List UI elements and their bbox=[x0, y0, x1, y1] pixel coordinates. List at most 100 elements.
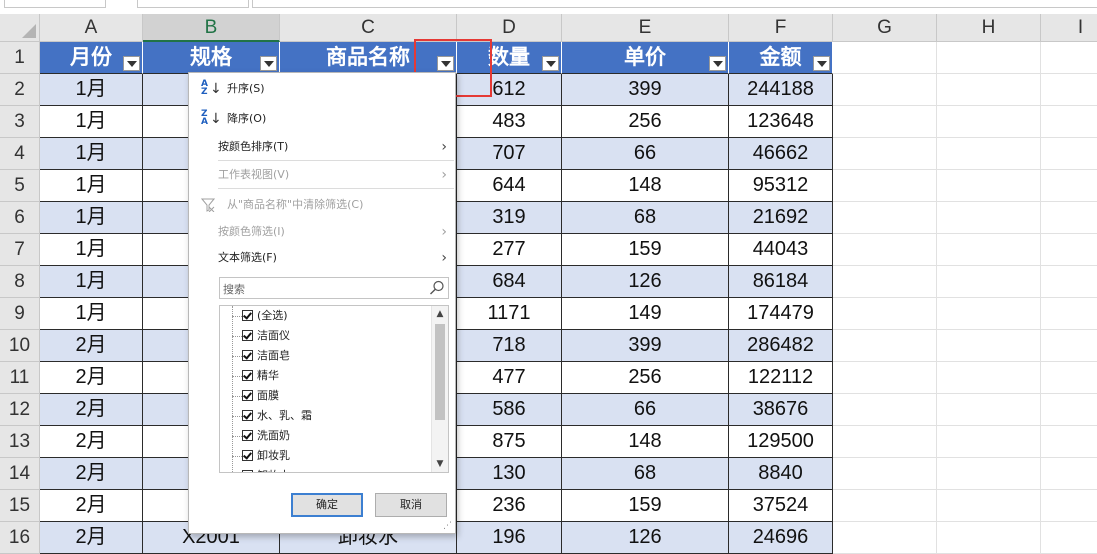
filter-list-item[interactable]: 洗面奶 bbox=[220, 426, 432, 446]
row-header-3[interactable]: 3 bbox=[0, 106, 40, 138]
table-cell[interactable]: 148 bbox=[562, 426, 729, 458]
empty-cell[interactable] bbox=[1041, 458, 1097, 490]
row-header-9[interactable]: 9 bbox=[0, 298, 40, 330]
empty-cell[interactable] bbox=[937, 490, 1041, 522]
table-cell[interactable]: 86184 bbox=[729, 266, 833, 298]
table-cell[interactable]: 1月 bbox=[40, 202, 143, 234]
name-box[interactable] bbox=[4, 0, 106, 8]
function-box[interactable] bbox=[137, 0, 249, 8]
table-cell[interactable]: 1171 bbox=[457, 298, 562, 330]
empty-cell[interactable] bbox=[937, 426, 1041, 458]
empty-cell[interactable] bbox=[1041, 234, 1097, 266]
table-cell[interactable]: 38676 bbox=[729, 394, 833, 426]
empty-cell[interactable] bbox=[937, 138, 1041, 170]
empty-cell[interactable] bbox=[937, 458, 1041, 490]
table-cell[interactable]: 1月 bbox=[40, 138, 143, 170]
table-cell[interactable]: 123648 bbox=[729, 106, 833, 138]
filter-dropdown-icon[interactable] bbox=[542, 56, 559, 71]
empty-cell[interactable] bbox=[1041, 266, 1097, 298]
empty-cell[interactable] bbox=[833, 426, 937, 458]
empty-cell[interactable] bbox=[833, 266, 937, 298]
table-cell[interactable]: 2月 bbox=[40, 394, 143, 426]
table-cell[interactable]: 159 bbox=[562, 490, 729, 522]
empty-cell[interactable] bbox=[833, 170, 937, 202]
table-cell[interactable]: 2月 bbox=[40, 330, 143, 362]
column-header-h[interactable]: H bbox=[937, 14, 1041, 42]
table-cell[interactable]: 1月 bbox=[40, 298, 143, 330]
select-all-corner[interactable] bbox=[0, 14, 40, 42]
table-cell[interactable]: 148 bbox=[562, 170, 729, 202]
empty-cell[interactable] bbox=[833, 394, 937, 426]
row-header-5[interactable]: 5 bbox=[0, 170, 40, 202]
table-cell[interactable]: 244188 bbox=[729, 74, 833, 106]
table-cell[interactable]: 319 bbox=[457, 202, 562, 234]
empty-cell[interactable] bbox=[937, 234, 1041, 266]
column-header-d[interactable]: D bbox=[457, 14, 562, 42]
filter-list-item[interactable]: 水、乳、霜 bbox=[220, 406, 432, 426]
table-cell[interactable]: 256 bbox=[562, 362, 729, 394]
empty-cell[interactable] bbox=[1041, 42, 1097, 74]
menu-sort-ascending[interactable]: A Z ↓ 升序(S) bbox=[189, 76, 455, 102]
empty-cell[interactable] bbox=[937, 522, 1041, 554]
table-cell[interactable]: 707 bbox=[457, 138, 562, 170]
ok-button[interactable]: 确定 bbox=[291, 493, 363, 517]
cancel-button[interactable]: 取消 bbox=[375, 493, 447, 517]
empty-cell[interactable] bbox=[937, 298, 1041, 330]
table-cell[interactable]: 477 bbox=[457, 362, 562, 394]
resize-grip-icon[interactable]: ⋰ bbox=[443, 521, 452, 531]
table-cell[interactable]: 68 bbox=[562, 202, 729, 234]
table-cell[interactable]: 66 bbox=[562, 138, 729, 170]
scroll-up-icon[interactable]: ▲ bbox=[435, 307, 445, 321]
empty-cell[interactable] bbox=[1041, 298, 1097, 330]
empty-cell[interactable] bbox=[833, 106, 937, 138]
table-cell[interactable]: 286482 bbox=[729, 330, 833, 362]
table-cell[interactable]: 256 bbox=[562, 106, 729, 138]
column-header-b[interactable]: B bbox=[143, 14, 280, 42]
table-cell[interactable]: 21692 bbox=[729, 202, 833, 234]
table-cell[interactable]: 399 bbox=[562, 330, 729, 362]
menu-text-filter[interactable]: 文本筛选(F) › bbox=[189, 245, 455, 271]
empty-cell[interactable] bbox=[937, 266, 1041, 298]
column-header-i[interactable]: I bbox=[1041, 14, 1097, 42]
filter-dropdown-icon[interactable] bbox=[709, 56, 726, 71]
checkbox-checked-icon[interactable] bbox=[242, 390, 253, 401]
menu-sort-descending[interactable]: Z A ↓ 降序(O) bbox=[189, 106, 455, 132]
empty-cell[interactable] bbox=[937, 362, 1041, 394]
filter-dropdown-icon[interactable] bbox=[813, 56, 830, 71]
column-header-g[interactable]: G bbox=[833, 14, 937, 42]
empty-cell[interactable] bbox=[833, 138, 937, 170]
table-cell[interactable]: 236 bbox=[457, 490, 562, 522]
table-cell[interactable]: 718 bbox=[457, 330, 562, 362]
table-cell[interactable]: 2月 bbox=[40, 522, 143, 554]
checkbox-checked-icon[interactable] bbox=[242, 370, 253, 381]
row-header-2[interactable]: 2 bbox=[0, 74, 40, 106]
table-cell[interactable]: 2月 bbox=[40, 362, 143, 394]
checkbox-checked-icon[interactable] bbox=[242, 410, 253, 421]
empty-cell[interactable] bbox=[1041, 490, 1097, 522]
table-cell[interactable]: 586 bbox=[457, 394, 562, 426]
row-header-16[interactable]: 16 bbox=[0, 522, 40, 554]
row-header-4[interactable]: 4 bbox=[0, 138, 40, 170]
empty-cell[interactable] bbox=[833, 330, 937, 362]
empty-cell[interactable] bbox=[833, 490, 937, 522]
table-cell[interactable]: 126 bbox=[562, 522, 729, 554]
table-cell[interactable]: 126 bbox=[562, 266, 729, 298]
empty-cell[interactable] bbox=[1041, 394, 1097, 426]
filter-dropdown-icon[interactable] bbox=[123, 56, 140, 71]
empty-cell[interactable] bbox=[937, 394, 1041, 426]
column-header-e[interactable]: E bbox=[562, 14, 729, 42]
table-cell[interactable]: 1月 bbox=[40, 234, 143, 266]
row-header-7[interactable]: 7 bbox=[0, 234, 40, 266]
empty-cell[interactable] bbox=[937, 330, 1041, 362]
table-cell[interactable]: 24696 bbox=[729, 522, 833, 554]
checkbox-checked-icon[interactable] bbox=[242, 330, 253, 341]
empty-cell[interactable] bbox=[1041, 330, 1097, 362]
empty-cell[interactable] bbox=[937, 42, 1041, 74]
table-cell[interactable]: 2月 bbox=[40, 458, 143, 490]
table-cell[interactable]: 129500 bbox=[729, 426, 833, 458]
table-cell[interactable]: 66 bbox=[562, 394, 729, 426]
empty-cell[interactable] bbox=[833, 74, 937, 106]
table-cell[interactable]: 644 bbox=[457, 170, 562, 202]
list-scrollbar[interactable]: ▲ ▼ bbox=[431, 306, 448, 472]
filter-list-item[interactable]: 面膜 bbox=[220, 386, 432, 406]
